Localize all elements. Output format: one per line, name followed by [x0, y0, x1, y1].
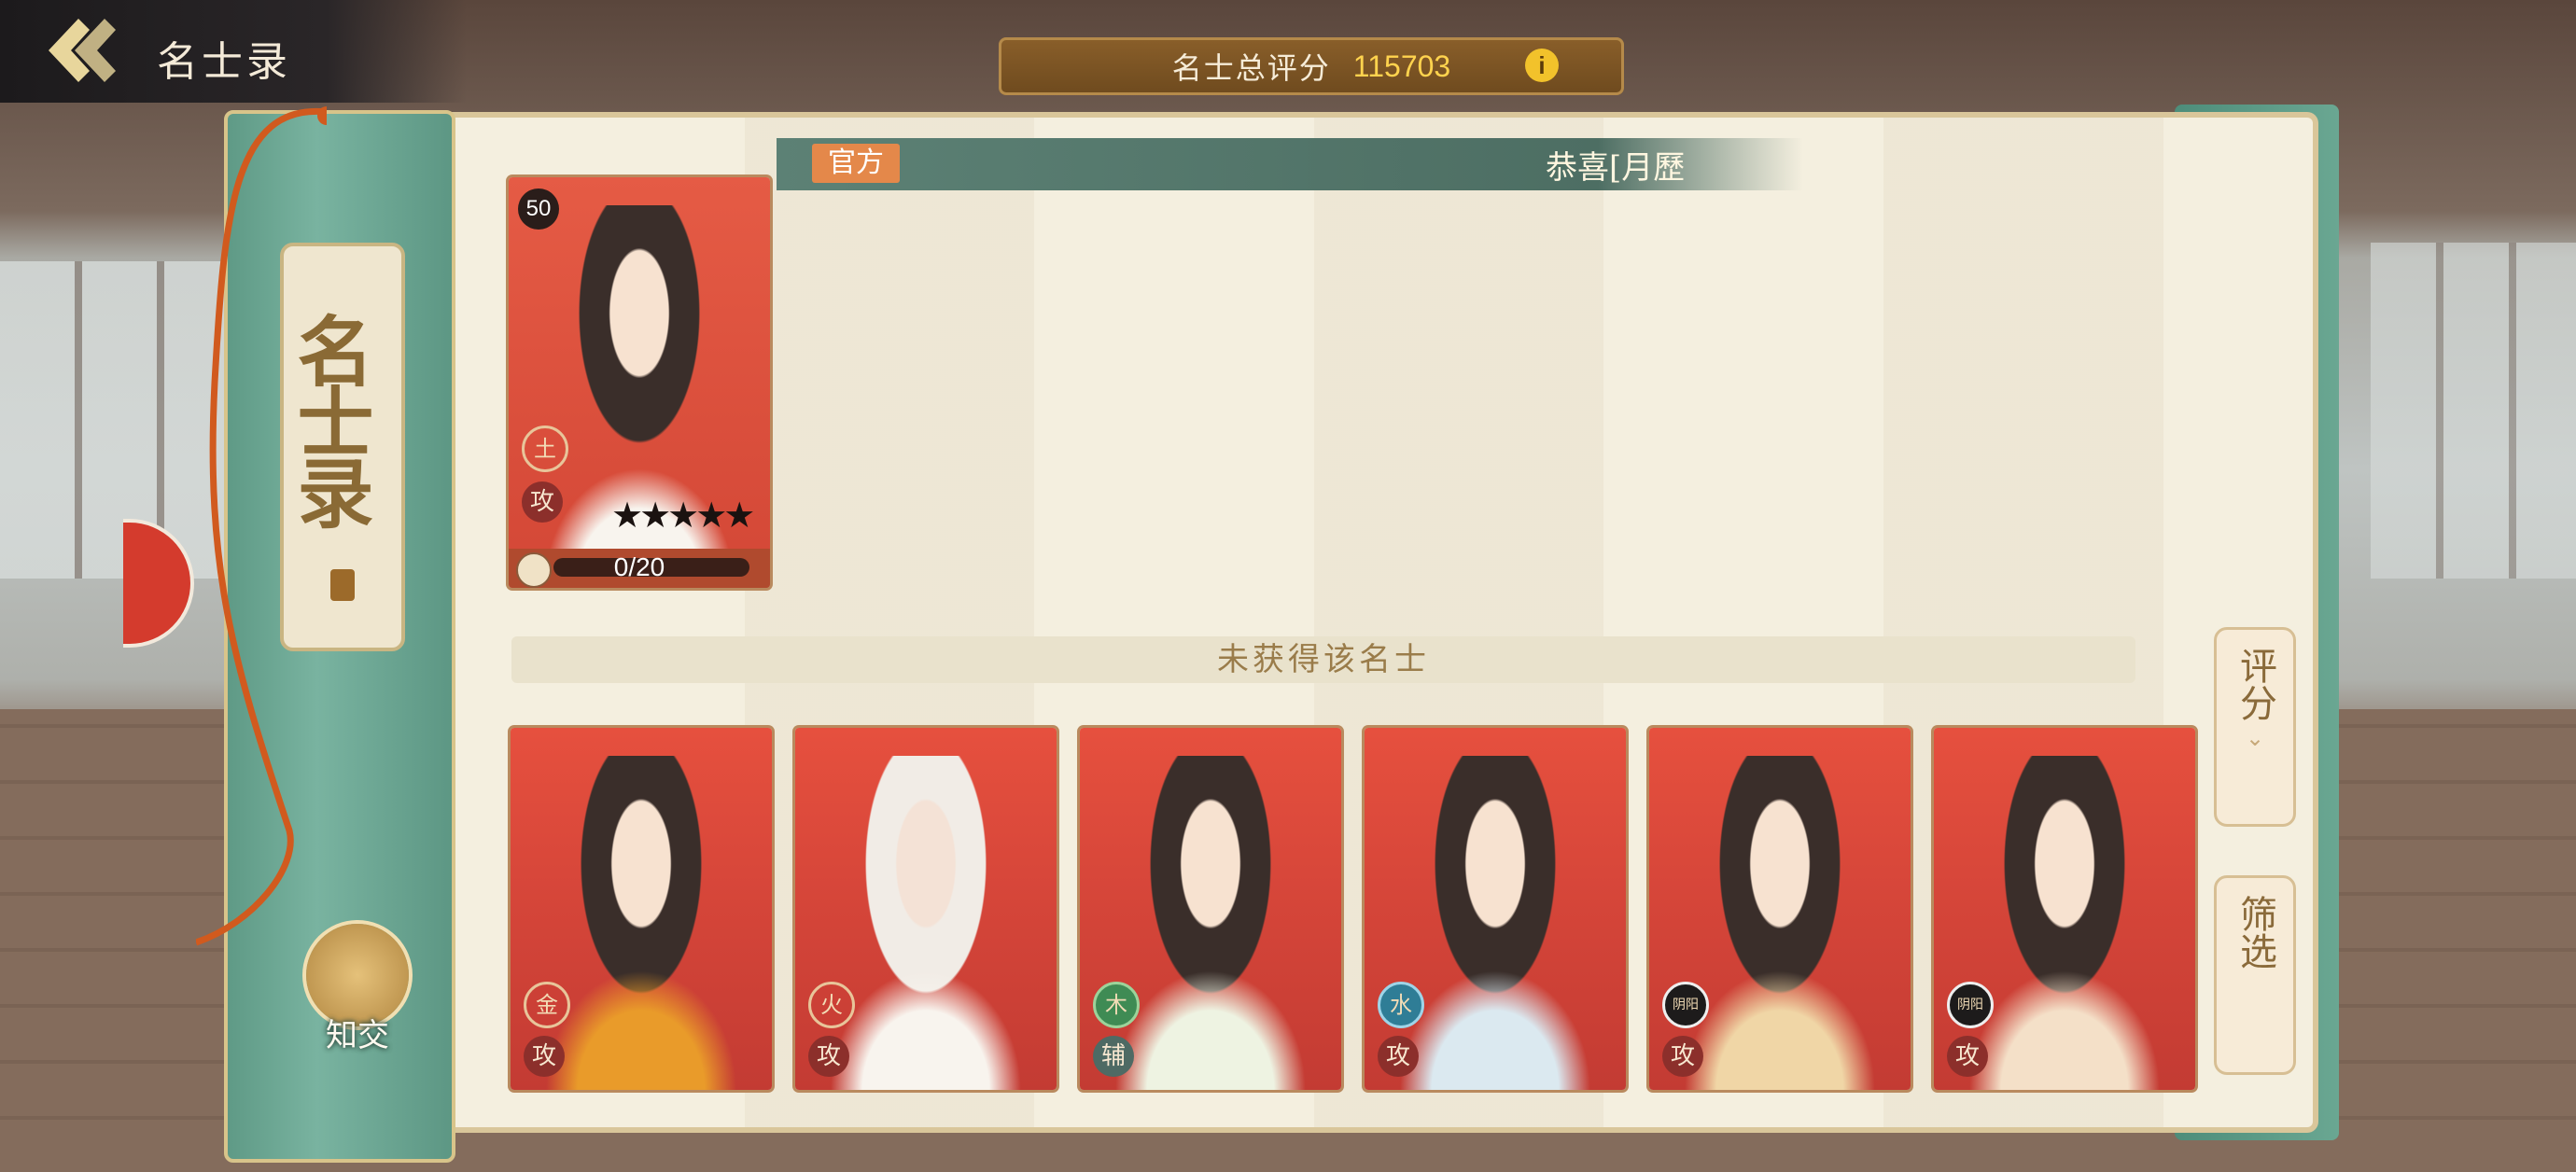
locked-hero-card[interactable]: 阴阳 攻	[1649, 728, 1911, 1090]
owned-hero-card[interactable]: 50 土 攻 ★★★★★ 0/20	[509, 177, 770, 588]
element-badge: 阴阳	[1947, 982, 1994, 1028]
total-score-banner: 名士总评分 115703 i	[999, 37, 1624, 95]
locked-hero-card[interactable]: 火 攻	[795, 728, 1057, 1090]
locked-hero-card[interactable]: 金 攻	[511, 728, 772, 1090]
element-badge: 木	[1093, 982, 1140, 1028]
announcement-tag: 官方	[812, 144, 900, 183]
announcement-text: 恭喜[月歷	[1546, 149, 1686, 187]
chevron-down-icon: ⌄	[2245, 725, 2265, 751]
role-badge: 辅	[1093, 1036, 1134, 1077]
back-button[interactable]	[41, 15, 116, 86]
role-badge: 攻	[1662, 1036, 1703, 1077]
zhijiao-label: 知交	[326, 1017, 389, 1054]
total-score-label: 名士总评分	[1171, 50, 1331, 86]
role-badge: 攻	[1378, 1036, 1419, 1077]
info-icon[interactable]: i	[1525, 49, 1559, 82]
locked-hero-card[interactable]: 木 辅	[1080, 728, 1341, 1090]
page-title: 名士录	[157, 38, 291, 86]
star-rating: ★★★★★	[611, 495, 755, 536]
role-badge: 攻	[524, 1036, 565, 1077]
role-badge: 攻	[1947, 1036, 1988, 1077]
locked-hero-card[interactable]: 阴阳 攻	[1934, 728, 2195, 1090]
shard-progress-text: 0/20	[613, 552, 665, 581]
tassel-cord	[196, 106, 327, 946]
level-badge: 50	[518, 188, 559, 230]
filter-label: 筛选	[2233, 895, 2276, 970]
shard-progress: 0/20	[509, 549, 770, 588]
section-divider: 未获得该名士	[511, 636, 2135, 683]
sort-by-score-label: 评分	[2233, 647, 2276, 721]
role-badge: 攻	[808, 1036, 849, 1077]
filter-button[interactable]: 筛选	[2214, 875, 2296, 1075]
element-badge: 火	[808, 982, 855, 1028]
background-window-right	[2371, 243, 2576, 579]
element-badge: 阴阳	[1662, 982, 1709, 1028]
element-badge: 土	[522, 426, 568, 472]
element-badge: 水	[1378, 982, 1424, 1028]
seal-icon	[330, 569, 355, 601]
role-badge: 攻	[522, 481, 563, 523]
zhijiao-button[interactable]: 知交	[297, 924, 418, 1064]
back-chevron-icon	[49, 19, 116, 82]
element-badge: 金	[524, 982, 570, 1028]
locked-hero-card[interactable]: 水 攻	[1365, 728, 1626, 1090]
total-score-value: 115703	[1352, 49, 1451, 83]
sort-by-score-button[interactable]: 评分 ⌄	[2214, 627, 2296, 827]
top-bar: 名士录	[0, 0, 467, 103]
